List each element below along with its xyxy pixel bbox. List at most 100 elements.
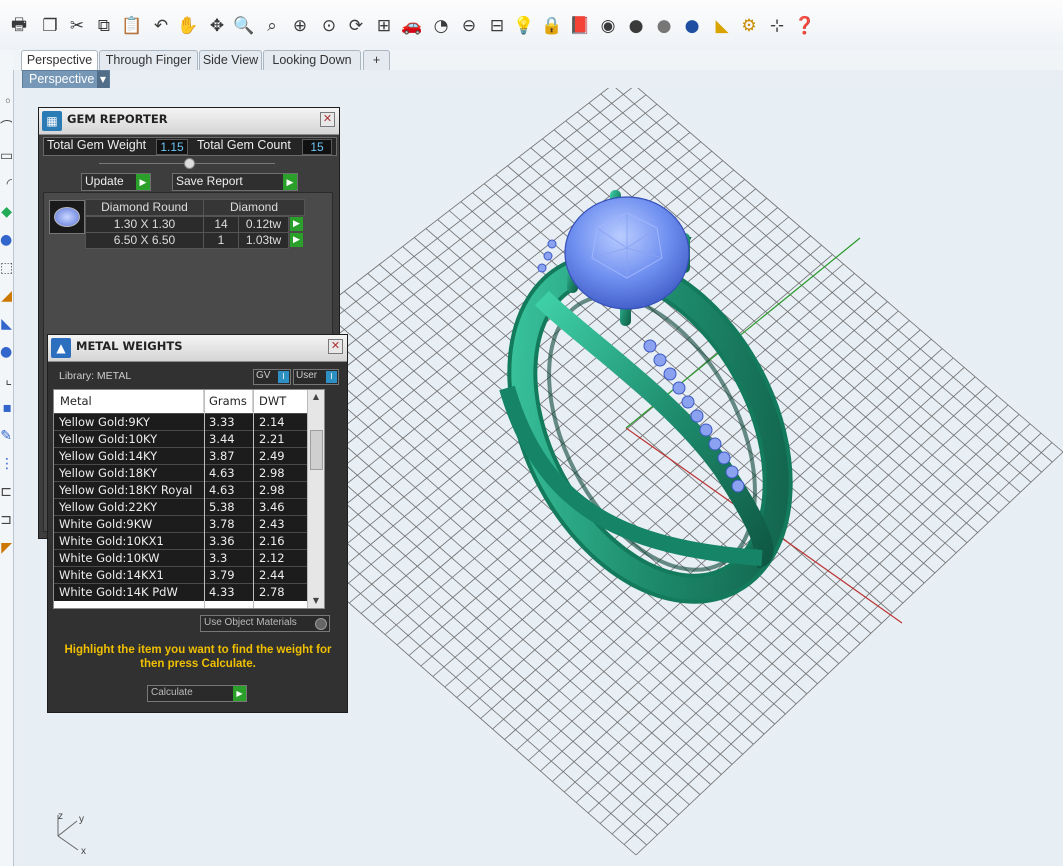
copy-icon[interactable]: ⧉ <box>91 12 117 40</box>
table-row[interactable]: Yellow Gold:14KY 3.87 2.49 <box>54 447 324 465</box>
curve-tool-icon[interactable]: ⌒ <box>0 120 12 136</box>
mesh-tool-icon[interactable]: ◣ <box>0 316 12 332</box>
pencil-tool-icon[interactable]: ✎ <box>0 428 12 444</box>
grams-cell: 3.79 <box>209 568 235 582</box>
table-row[interactable]: White Gold:14KX1 3.79 2.44 <box>54 566 324 584</box>
metal-cell: Yellow Gold:18KY <box>59 466 158 480</box>
arc-tool-icon[interactable]: ◜ <box>0 176 12 192</box>
extrude-tool-icon[interactable]: ⬚ <box>0 260 12 276</box>
metal-table-scrollbar[interactable]: ▲ ▼ <box>307 390 324 608</box>
zoom-window-icon[interactable]: ⌕ <box>259 12 285 40</box>
table-row[interactable]: White Gold:9KW 3.78 2.43 <box>54 515 324 533</box>
tab-side-view[interactable]: Side View <box>199 50 262 70</box>
update-button[interactable]: Update ▶ <box>81 173 151 191</box>
metal-cell: Yellow Gold:22KY <box>59 500 158 514</box>
save-report-button[interactable]: Save Report ▶ <box>172 173 298 191</box>
color-wheel-icon[interactable]: ◉ <box>595 12 621 40</box>
rendered-sphere-icon[interactable]: ● <box>651 12 677 40</box>
metal-cell: Yellow Gold:9KY <box>59 415 150 429</box>
scroll-up-icon[interactable]: ▲ <box>308 390 324 404</box>
gem-row-size[interactable]: 6.50 X 6.50 <box>85 232 204 249</box>
calculate-button[interactable]: Calculate ▶ <box>147 685 247 702</box>
four-viewports-icon[interactable]: ⊞ <box>371 12 397 40</box>
close-icon[interactable]: ✕ <box>320 112 335 127</box>
blue-sphere-icon[interactable]: ● <box>679 12 705 40</box>
total-gem-weight-label: Total Gem Weight <box>47 138 147 152</box>
play-icon: ▶ <box>283 174 297 190</box>
rotate-view-icon[interactable]: ⟳ <box>343 12 369 40</box>
grid-icon[interactable]: ⊟ <box>484 12 510 40</box>
gv-toggle[interactable]: GV I <box>253 369 291 385</box>
new-document-icon[interactable]: ❐ <box>37 12 63 40</box>
dimension-tool-icon[interactable]: ◤ <box>0 540 12 556</box>
metal-weights-titlebar[interactable]: ▲ METAL WEIGHTS ✕ <box>48 335 347 362</box>
surface-tool-icon[interactable]: ◆ <box>0 204 12 220</box>
split-tool-icon[interactable]: ⊏ <box>0 484 12 500</box>
use-object-materials-toggle[interactable]: Use Object Materials <box>200 615 330 632</box>
table-row[interactable]: White Gold:14K PdW 4.33 2.78 <box>54 583 324 601</box>
lightbulb-icon[interactable]: 💡 <box>511 12 537 40</box>
render-icon[interactable]: ◔ <box>428 12 454 40</box>
gem-reporter-titlebar[interactable]: ▦ GEM REPORTER ✕ <box>39 108 339 135</box>
scroll-down-icon[interactable]: ▼ <box>308 594 324 608</box>
metal-column-header[interactable]: Metal <box>54 390 204 412</box>
table-row[interactable]: Yellow Gold:22KY 5.38 3.46 <box>54 498 324 516</box>
help-icon[interactable]: ❓ <box>792 12 818 40</box>
table-row[interactable]: Yellow Gold:18KY 4.63 2.98 <box>54 464 324 482</box>
total-gem-count-value: 15 <box>302 139 332 155</box>
array-tool-icon[interactable]: ▪ <box>0 400 13 416</box>
rectangle-tool-icon[interactable]: ▭ <box>0 148 12 164</box>
cut-icon[interactable]: ✂ <box>64 12 90 40</box>
viewport-title[interactable]: Perspective ▼ <box>22 70 110 90</box>
grams-column-header[interactable]: Grams <box>205 390 253 412</box>
options-icon[interactable]: ◣ <box>709 12 735 40</box>
dwt-cell: 2.14 <box>259 415 285 429</box>
slider-knob[interactable] <box>184 158 195 169</box>
transform-tool-icon[interactable]: ◢ <box>0 288 12 304</box>
solid-tool-icon[interactable]: ● <box>0 232 12 248</box>
dwt-cell: 2.12 <box>259 551 285 565</box>
point-tool-icon[interactable]: ◦ <box>0 94 12 110</box>
gem-row-size[interactable]: 1.30 X 1.30 <box>85 216 204 233</box>
shaded-sphere-icon[interactable]: ● <box>623 12 649 40</box>
join-tool-icon[interactable]: ⊐ <box>0 512 12 528</box>
gem-row-select-arrow[interactable]: ▶ <box>290 233 303 247</box>
table-row[interactable]: Yellow Gold:18KY Royal 4.63 2.98 <box>54 481 324 499</box>
chevron-down-icon[interactable]: ▼ <box>97 71 109 89</box>
material-book-icon[interactable]: 📕 <box>567 12 593 40</box>
table-row[interactable]: White Gold:10KW 3.3 2.12 <box>54 549 324 567</box>
circle-tool-icon[interactable]: ⊖ <box>456 12 482 40</box>
move-icon[interactable]: ✥ <box>204 12 230 40</box>
undo-icon[interactable]: ↶ <box>148 12 174 40</box>
gem-row-select-arrow[interactable]: ▶ <box>290 217 303 231</box>
pan-hand-icon[interactable]: ✋ <box>175 12 201 40</box>
grid-line <box>599 423 1031 824</box>
user-toggle[interactable]: User I <box>293 369 339 385</box>
table-row[interactable]: White Gold:10KX1 3.36 2.16 <box>54 532 324 550</box>
dwt-cell: 2.78 <box>259 585 285 599</box>
boolean-tool-icon[interactable]: ● <box>0 344 12 360</box>
scrollbar-thumb[interactable] <box>310 430 323 470</box>
tab-through-finger[interactable]: Through Finger <box>99 50 198 70</box>
print-icon[interactable]: 🖶 <box>6 12 32 40</box>
car-icon[interactable]: 🚗 <box>399 12 425 40</box>
dwt-column-header[interactable]: DWT <box>254 390 312 412</box>
edit-points-icon[interactable]: ⋮ <box>0 456 12 472</box>
add-tab-button[interactable]: + <box>363 50 390 70</box>
tab-perspective[interactable]: Perspective <box>21 50 98 71</box>
paste-icon[interactable]: 📋 <box>119 12 145 40</box>
table-row[interactable]: Yellow Gold:9KY 3.33 2.14 <box>54 413 324 431</box>
close-icon[interactable]: ✕ <box>328 339 343 354</box>
settings-gear-icon[interactable]: ⚙ <box>736 12 762 40</box>
tab-looking-down[interactable]: Looking Down <box>263 50 361 70</box>
lock-icon[interactable]: 🔒 <box>539 12 565 40</box>
zoom-extents-icon[interactable]: ⊕ <box>287 12 313 40</box>
fillet-tool-icon[interactable]: ⌞ <box>0 372 12 388</box>
total-gem-count-label: Total Gem Count <box>197 138 291 152</box>
table-row[interactable]: Yellow Gold:10KY 3.44 2.21 <box>54 430 324 448</box>
snap-icon[interactable]: ⊹ <box>764 12 790 40</box>
gem-row-weight: 0.12tw <box>238 216 289 233</box>
metal-table: Metal Grams DWT Yellow Gold:9KY 3.33 2.14 Y… <box>53 389 325 609</box>
zoom-icon[interactable]: 🔍 <box>231 12 257 40</box>
zoom-selected-icon[interactable]: ⊙ <box>316 12 342 40</box>
